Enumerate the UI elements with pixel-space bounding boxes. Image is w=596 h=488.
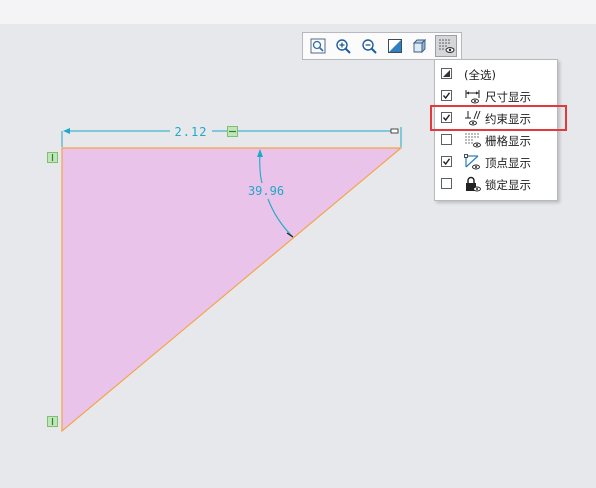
view-orientation-button[interactable] xyxy=(410,35,432,57)
display-style-button[interactable] xyxy=(384,35,406,57)
menu-item-label: 锁定显示 xyxy=(485,178,531,192)
zoom-in-icon xyxy=(336,39,352,54)
horizontal-constraint-anchor[interactable] xyxy=(227,126,238,137)
menu-item-label: (全选) xyxy=(464,68,496,82)
vertex-display-checkbox[interactable] xyxy=(441,156,452,167)
sketch-display-filters-button[interactable] xyxy=(435,35,457,57)
select-all-checkbox[interactable] xyxy=(441,68,452,79)
display-style-icon xyxy=(387,39,402,53)
dimension-display-checkbox[interactable] xyxy=(441,90,452,101)
display-filter-icon xyxy=(439,39,455,53)
zoom-out-icon xyxy=(362,39,377,54)
menu-item-grid-display[interactable]: 栅格显示 xyxy=(435,129,557,151)
zoom-fit-button[interactable] xyxy=(307,35,329,57)
vertical-constraint-anchor-bottom[interactable] xyxy=(47,416,58,427)
grid-display-icon xyxy=(465,133,481,148)
menu-item-select-all[interactable]: (全选) xyxy=(435,63,557,85)
vertex-display-icon xyxy=(464,154,480,170)
menu-item-label: 栅格显示 xyxy=(485,134,531,148)
menu-item-label: 尺寸显示 xyxy=(485,90,531,104)
dimension-angle-label[interactable]: 39.96 xyxy=(248,184,284,198)
menu-item-vertex-display[interactable]: 顶点显示 xyxy=(435,151,557,173)
dimension-length-label[interactable]: 2.12 xyxy=(175,125,208,139)
view-toolbar xyxy=(302,32,462,60)
grid-display-checkbox[interactable] xyxy=(441,134,452,145)
zoom-fit-icon xyxy=(310,38,326,54)
dimension-display-icon xyxy=(465,90,480,104)
lock-display-checkbox[interactable] xyxy=(441,178,452,189)
vertical-constraint-anchor-top[interactable] xyxy=(47,152,58,163)
menu-item-label: 顶点显示 xyxy=(485,156,531,170)
zoom-out-button[interactable] xyxy=(358,35,380,57)
zoom-in-button[interactable] xyxy=(333,35,355,57)
highlight-box xyxy=(430,105,567,131)
menu-item-dimension-display[interactable]: 尺寸显示 xyxy=(435,85,557,107)
lock-display-icon xyxy=(466,176,481,192)
cube-view-icon xyxy=(413,38,427,54)
menu-item-lock-display[interactable]: 锁定显示 xyxy=(435,173,557,195)
sketch-triangle[interactable] xyxy=(61,147,403,433)
